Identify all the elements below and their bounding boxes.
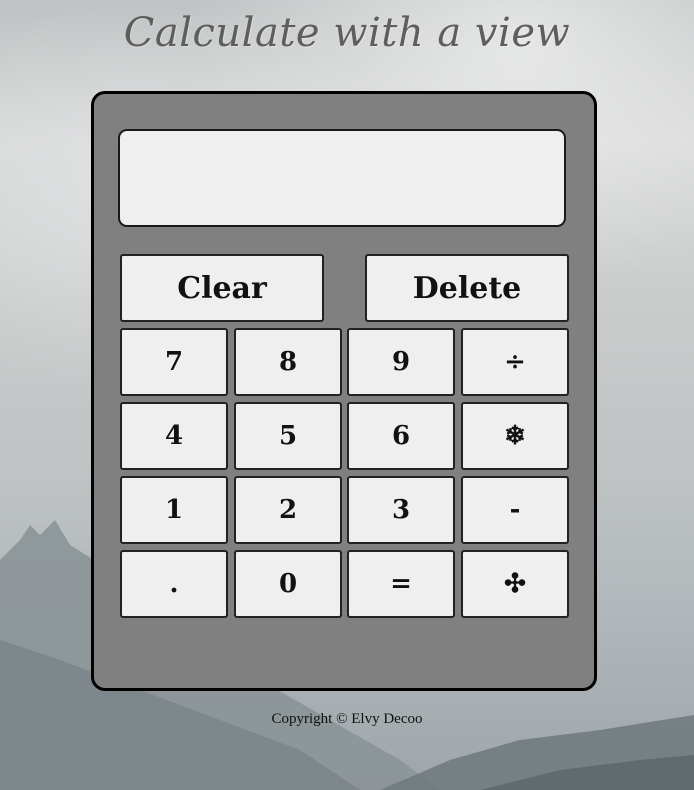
clear-button[interactable]: Clear xyxy=(120,254,324,322)
key-add[interactable]: ✣ xyxy=(461,550,569,618)
key-0[interactable]: 0 xyxy=(234,550,342,618)
key-6[interactable]: 6 xyxy=(347,402,455,470)
key-3[interactable]: 3 xyxy=(347,476,455,544)
key-equals[interactable]: = xyxy=(347,550,455,618)
copyright-footer: Copyright © Elvy Decoo xyxy=(271,711,423,727)
key-2[interactable]: 2 xyxy=(234,476,342,544)
key-subtract[interactable]: - xyxy=(461,476,569,544)
key-4[interactable]: 4 xyxy=(120,402,228,470)
key-1[interactable]: 1 xyxy=(120,476,228,544)
calculator: Clear Delete 7 8 9 ÷ 4 5 6 ❄ 1 2 3-. 0 = ✣ xyxy=(91,91,597,691)
key-8[interactable]: 8 xyxy=(234,328,342,396)
key-multiply[interactable]: ❄ xyxy=(461,402,569,470)
key-divide[interactable]: ÷ xyxy=(461,328,569,396)
page-title: Calculate with a view xyxy=(123,10,571,56)
calculator-display xyxy=(118,129,566,227)
key-decimal[interactable]: . xyxy=(120,550,228,618)
delete-button[interactable]: Delete xyxy=(365,254,569,322)
key-7[interactable]: 7 xyxy=(120,328,228,396)
key-5[interactable]: 5 xyxy=(234,402,342,470)
key-9[interactable]: 9 xyxy=(347,328,455,396)
